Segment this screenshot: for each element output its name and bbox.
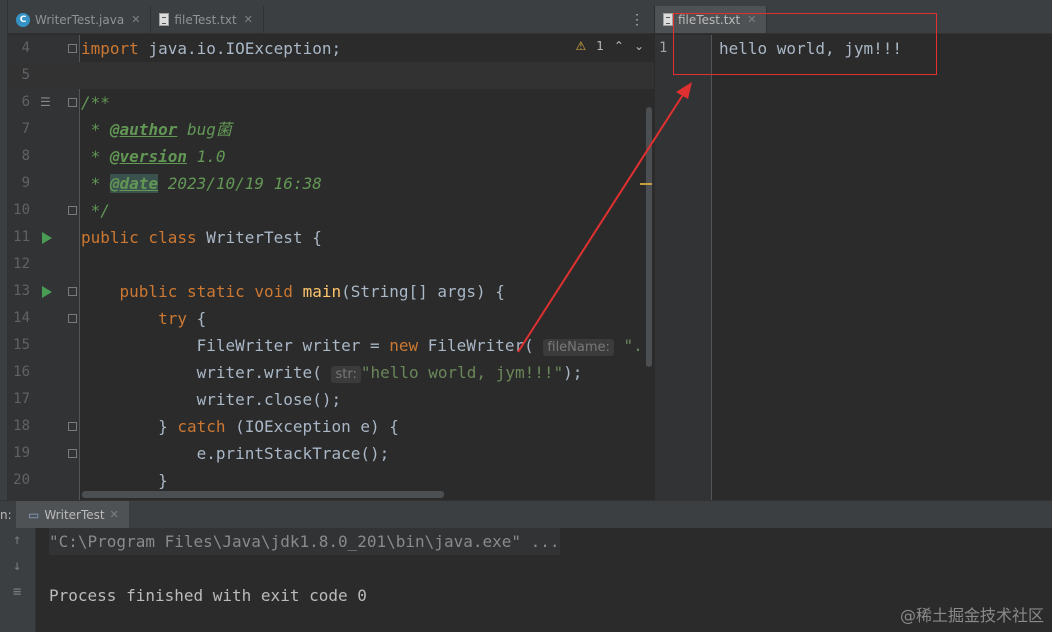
code-text: public class WriterTest { bbox=[81, 228, 322, 247]
close-icon[interactable]: ✕ bbox=[244, 13, 253, 26]
fold-icon[interactable] bbox=[68, 422, 77, 431]
code-line: 12 bbox=[8, 251, 654, 278]
code-line: 18 } catch (IOException e) { bbox=[8, 413, 654, 440]
line-number: 17 bbox=[13, 391, 30, 407]
code-text: try { bbox=[158, 309, 207, 328]
doc-render-icon[interactable]: ☰ bbox=[40, 89, 51, 116]
line-number: 1 bbox=[659, 40, 668, 56]
chevron-up-icon[interactable]: ⌃ bbox=[614, 39, 624, 53]
code-text: */ bbox=[81, 201, 110, 220]
line-number: 11 bbox=[13, 229, 30, 245]
close-icon[interactable]: ✕ bbox=[110, 508, 119, 521]
console-exit-line: Process finished with exit code 0 bbox=[49, 586, 367, 605]
code-line: 6 ☰ /** bbox=[8, 89, 654, 116]
line-number: 4 bbox=[21, 40, 30, 56]
tab-label: fileTest.txt bbox=[174, 12, 237, 27]
line-number: 12 bbox=[13, 256, 30, 272]
code-line: 7 * @author bug菌 bbox=[8, 116, 654, 143]
code-line: 9 * @date 2023/10/19 16:38 bbox=[8, 170, 654, 197]
code-line: 16 writer.write( str: "hello world, jym!!… bbox=[8, 359, 654, 386]
fold-icon[interactable] bbox=[68, 206, 77, 215]
tool-window-strip bbox=[0, 0, 8, 500]
line-number: 16 bbox=[13, 364, 30, 380]
tab-writertest-java[interactable]: C WriterTest.java ✕ bbox=[8, 6, 152, 33]
warning-marker[interactable] bbox=[640, 183, 652, 185]
text-file-icon bbox=[159, 13, 170, 26]
arrow-down-icon[interactable]: ↓ bbox=[13, 558, 21, 574]
vertical-scrollbar[interactable] bbox=[646, 107, 652, 367]
line-number: 8 bbox=[21, 148, 30, 164]
fold-icon[interactable] bbox=[68, 44, 77, 53]
code-line: 19 e.printStackTrace(); bbox=[8, 440, 654, 467]
code-text: e.printStackTrace(); bbox=[81, 444, 390, 463]
console-toolbar: ↑ ↓ ≡ bbox=[0, 528, 36, 632]
run-config-icon: ▭ bbox=[28, 507, 40, 522]
code-text: FileWriter writer = new FileWriter( file… bbox=[81, 336, 643, 356]
fold-icon[interactable] bbox=[68, 287, 77, 296]
horizontal-scrollbar[interactable] bbox=[82, 491, 444, 498]
line-number: 10 bbox=[13, 202, 30, 218]
line-number: 13 bbox=[13, 283, 30, 299]
run-icon[interactable] bbox=[42, 286, 52, 298]
code-text: import java.io.IOException; bbox=[81, 39, 342, 58]
line-number: 14 bbox=[13, 310, 30, 326]
code-editor[interactable]: 4 import java.io.IOException; 5 6 ☰ /** … bbox=[8, 35, 654, 500]
code-text: } catch (IOException e) { bbox=[81, 417, 399, 436]
line-number: 5 bbox=[21, 67, 30, 83]
code-text: * @version 1.0 bbox=[81, 147, 226, 166]
line-number: 20 bbox=[13, 472, 30, 488]
run-tab-writertest[interactable]: ▭ WriterTest ✕ bbox=[16, 501, 129, 528]
run-label: n: bbox=[0, 507, 12, 522]
watermark: @稀土掘金技术社区 bbox=[899, 606, 1044, 625]
code-text: writer.close(); bbox=[81, 390, 342, 409]
code-text: } bbox=[81, 471, 168, 490]
close-icon[interactable]: ✕ bbox=[131, 13, 140, 26]
code-line: 13 public static void main(String[] args… bbox=[8, 278, 654, 305]
console-output[interactable]: ↑ ↓ ≡ "C:\Program Files\Java\jdk1.8.0_20… bbox=[0, 528, 1052, 632]
editor-tab-bar: C WriterTest.java ✕ fileTest.txt ✕ ⋮ bbox=[8, 6, 654, 34]
fold-icon[interactable] bbox=[68, 314, 77, 323]
fold-icon[interactable] bbox=[68, 449, 77, 458]
tab-filetest-txt[interactable]: fileTest.txt ✕ bbox=[151, 6, 264, 33]
text-file-icon bbox=[663, 13, 673, 26]
code-text: writer.write( str: "hello world, jym!!!")… bbox=[81, 363, 583, 383]
line-gutter: 1 bbox=[655, 35, 712, 500]
run-icon[interactable] bbox=[42, 232, 52, 244]
code-line: 5 bbox=[8, 62, 654, 89]
chevron-down-icon[interactable]: ⌄ bbox=[634, 39, 644, 53]
warning-count: 1 bbox=[596, 39, 604, 53]
code-line: 15 FileWriter writer = new FileWriter( f… bbox=[8, 332, 654, 359]
line-number: 18 bbox=[13, 418, 30, 434]
code-text: * @date 2023/10/19 16:38 bbox=[81, 174, 322, 193]
code-line: 20 } bbox=[8, 467, 654, 494]
code-text: /** bbox=[81, 93, 110, 112]
console-command-line: "C:\Program Files\Java\jdk1.8.0_201\bin\… bbox=[49, 528, 560, 555]
code-line: 10 */ bbox=[8, 197, 654, 224]
warning-icon: ⚠ bbox=[575, 39, 587, 53]
code-text: * @author bug菌 bbox=[81, 120, 232, 139]
fold-icon[interactable] bbox=[68, 98, 77, 107]
line-number: 7 bbox=[21, 121, 30, 137]
line-number: 15 bbox=[13, 337, 30, 353]
tab-label: WriterTest.java bbox=[35, 12, 125, 27]
highlight-annotation-box bbox=[673, 13, 937, 75]
line-number: 6 bbox=[21, 94, 30, 110]
run-tool-window-header: n: ▭ WriterTest ✕ bbox=[0, 500, 1052, 528]
code-line: 8 * @version 1.0 bbox=[8, 143, 654, 170]
inspection-widget[interactable]: ⚠ 1 ⌃ ⌄ bbox=[575, 39, 644, 53]
soft-wrap-icon[interactable]: ≡ bbox=[13, 584, 21, 600]
line-number: 9 bbox=[21, 175, 30, 191]
code-text: public static void main(String[] args) { bbox=[119, 282, 505, 301]
code-line: 14 try { bbox=[8, 305, 654, 332]
arrow-up-icon[interactable]: ↑ bbox=[13, 532, 21, 548]
java-class-icon: C bbox=[16, 12, 30, 27]
line-number: 19 bbox=[13, 445, 30, 461]
text-file-editor[interactable]: 1 hello world, jym!!! bbox=[655, 35, 1052, 500]
code-line: 17 writer.close(); bbox=[8, 386, 654, 413]
code-line: 4 import java.io.IOException; bbox=[8, 35, 654, 62]
more-options-icon[interactable]: ⋮ bbox=[630, 6, 654, 33]
run-tab-label: WriterTest bbox=[44, 507, 105, 522]
code-line: 11 public class WriterTest { bbox=[8, 224, 654, 251]
